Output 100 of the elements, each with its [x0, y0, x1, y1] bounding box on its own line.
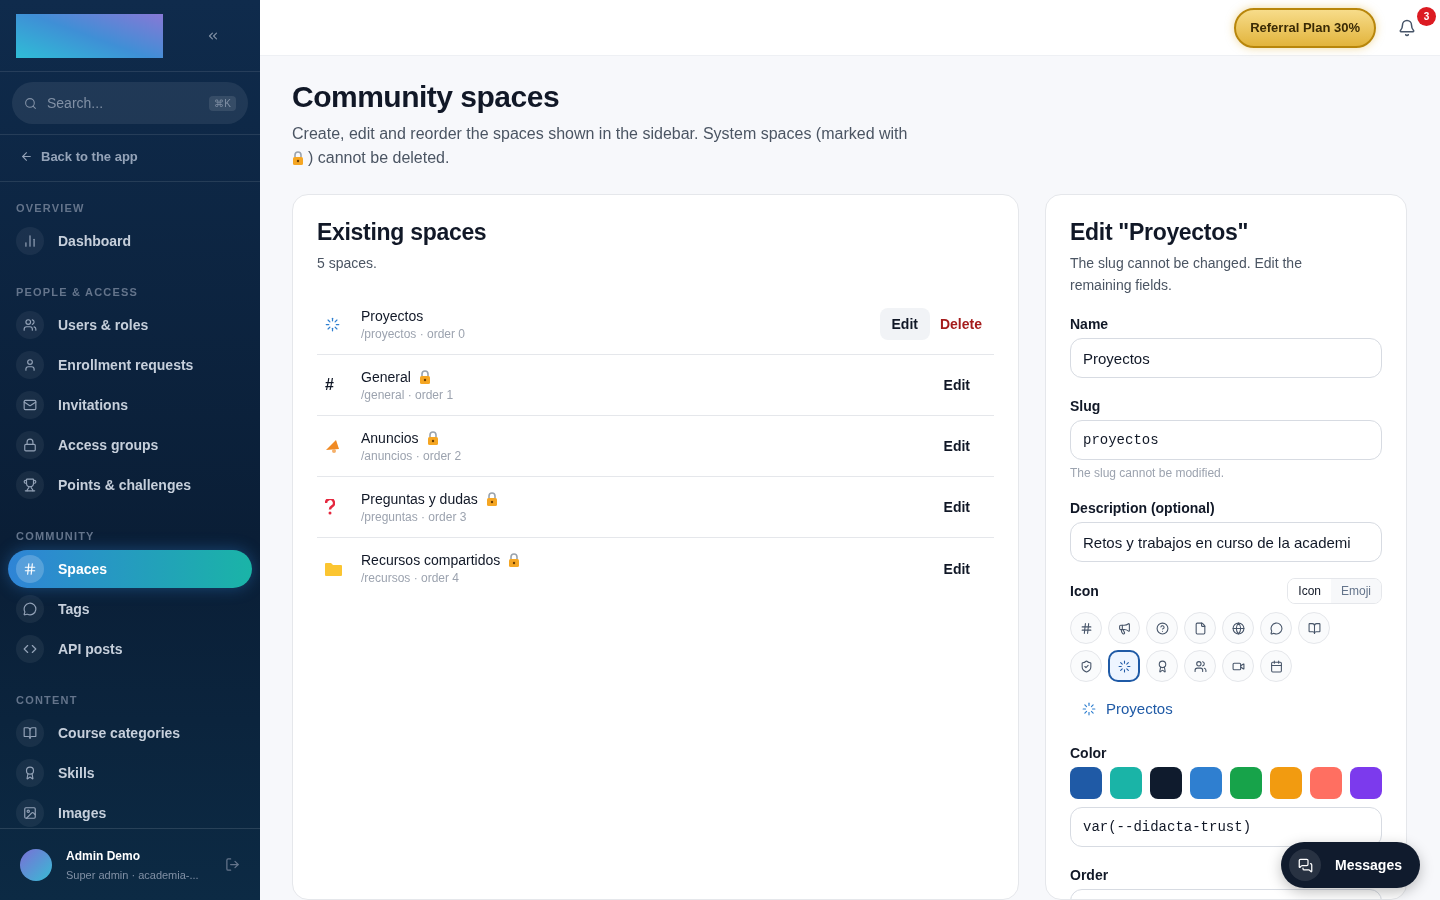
- logout-icon[interactable]: [225, 857, 240, 872]
- folder-icon: [325, 561, 342, 576]
- field-label: Description (optional): [1070, 500, 1216, 516]
- question-mark-icon: [325, 499, 335, 515]
- nav-item[interactable]: Course categories: [8, 714, 252, 752]
- lock-icon: [292, 151, 304, 165]
- field-hint: The slug cannot be modified.: [1070, 466, 1226, 480]
- option-icon: [1269, 659, 1283, 673]
- edit-button[interactable]: Edit: [879, 308, 930, 340]
- page-title: Community spaces: [292, 80, 561, 114]
- field-label: Color: [1070, 745, 1108, 761]
- color-swatch[interactable]: [1310, 767, 1342, 799]
- space-name: Proyectos: [361, 307, 424, 324]
- bell-icon: [1398, 18, 1416, 37]
- nav-item[interactable]: Dashboard: [8, 222, 252, 260]
- user-role: Super admin · academia-...: [66, 868, 200, 881]
- nav-icon: [16, 635, 44, 663]
- nav-icon: [16, 555, 44, 583]
- nav-icon: [16, 351, 44, 379]
- delete-button[interactable]: Delete: [939, 316, 982, 332]
- nav-icon: [16, 311, 44, 339]
- field-label: Name: [1070, 316, 1110, 332]
- field-label: Icon: [1070, 583, 1099, 599]
- mode-toggle[interactable]: Emoji: [1331, 579, 1381, 603]
- color-swatch[interactable]: [1350, 767, 1382, 799]
- nav-item[interactable]: Access groups: [8, 426, 252, 464]
- space-name: Recursos compartidos: [361, 552, 501, 568]
- nav-item[interactable]: Skills: [8, 754, 252, 792]
- nav-item[interactable]: Tags: [8, 590, 252, 628]
- field-label: Order: [1070, 867, 1110, 883]
- page-description-end: ) cannot be deleted.: [308, 148, 450, 168]
- option-icon: [1117, 621, 1131, 635]
- edit-button[interactable]: Edit: [931, 491, 982, 523]
- description-field[interactable]: Retos y trabajos en curso de la academi: [1070, 522, 1382, 562]
- option-icon: [1193, 659, 1207, 673]
- space-meta: /general · order 1: [361, 387, 455, 402]
- card-subtitle: The slug cannot be changed. Edit the remaining fields.: [1070, 254, 1303, 295]
- notifications-button[interactable]: [1398, 18, 1416, 37]
- option-icon: [1079, 621, 1093, 635]
- edit-button[interactable]: Edit: [931, 369, 982, 401]
- search-input[interactable]: Search...: [45, 94, 202, 112]
- slug-field[interactable]: proyectos: [1070, 420, 1382, 460]
- option-icon: [1117, 659, 1131, 673]
- nav-item[interactable]: Images: [8, 794, 252, 828]
- logo[interactable]: [16, 13, 163, 58]
- color-swatch[interactable]: [1150, 767, 1182, 799]
- color-swatch[interactable]: [1190, 767, 1222, 799]
- nav-icon: [16, 595, 44, 623]
- color-field[interactable]: var(--didacta-trust): [1070, 807, 1382, 847]
- referral-button[interactable]: Referral Plan 30%: [1234, 7, 1376, 48]
- shortcut-hint: ⌘K: [209, 95, 236, 111]
- option-icon: [1155, 621, 1169, 635]
- edit-button[interactable]: Edit: [931, 552, 982, 585]
- nav-icon: [16, 799, 44, 827]
- color-swatch[interactable]: [1070, 767, 1102, 799]
- section-title: CONTENT: [15, 693, 79, 708]
- color-swatch[interactable]: [1110, 767, 1142, 799]
- option-icon: [1231, 621, 1245, 635]
- space-name: General: [361, 368, 411, 385]
- arrow-left-icon: [20, 150, 33, 163]
- nav-icon: [16, 759, 44, 787]
- chat-icon: [1297, 857, 1313, 873]
- nav-item[interactable]: Invitations: [8, 386, 252, 424]
- megaphone-icon: [325, 438, 341, 454]
- field-label: Slug: [1070, 398, 1102, 414]
- color-swatch[interactable]: [1230, 767, 1262, 799]
- icon-preview: Proyectos: [1106, 700, 1173, 717]
- avatar: [20, 848, 52, 881]
- spinner-icon: [325, 316, 340, 332]
- search-icon: [24, 96, 37, 110]
- space-count: 5 spaces.: [317, 254, 378, 273]
- option-icon: [1079, 659, 1093, 673]
- option-icon: [1269, 621, 1283, 635]
- edit-button[interactable]: Edit: [931, 430, 982, 462]
- name-field[interactable]: Proyectos: [1070, 338, 1382, 378]
- nav-item[interactable]: Users & roles: [8, 306, 252, 344]
- nav-icon: [16, 227, 44, 255]
- icon-option[interactable]: [1108, 650, 1140, 682]
- nav-icon: [16, 719, 44, 747]
- nav-item[interactable]: Points & challenges: [8, 466, 252, 504]
- card-title: Existing spaces: [317, 219, 488, 246]
- user-name: Admin Demo: [66, 848, 141, 863]
- nav-icon: [16, 431, 44, 459]
- nav-icon: [16, 471, 44, 499]
- space-meta: /preguntas · order 3: [361, 509, 468, 524]
- notification-badge: 3: [1417, 6, 1436, 26]
- section-title: COMMUNITY: [15, 529, 96, 544]
- color-swatch[interactable]: [1270, 767, 1302, 799]
- nav-item[interactable]: API posts: [8, 630, 252, 668]
- nav-icon: [16, 391, 44, 419]
- space-name: Preguntas y dudas: [361, 490, 478, 507]
- space-meta: /proyectos · order 0: [361, 326, 467, 341]
- space-name: Anuncios: [361, 429, 419, 446]
- card-title: Edit "Proyectos": [1070, 219, 1250, 246]
- messages-button[interactable]: Messages: [1281, 842, 1420, 888]
- section-title: PEOPLE & ACCESS: [15, 285, 140, 300]
- option-icon: [1307, 621, 1321, 635]
- space-meta: /recursos · order 4: [361, 571, 461, 585]
- nav-item[interactable]: Enrollment requests: [8, 346, 252, 384]
- back-link[interactable]: Back to the app: [20, 149, 138, 164]
